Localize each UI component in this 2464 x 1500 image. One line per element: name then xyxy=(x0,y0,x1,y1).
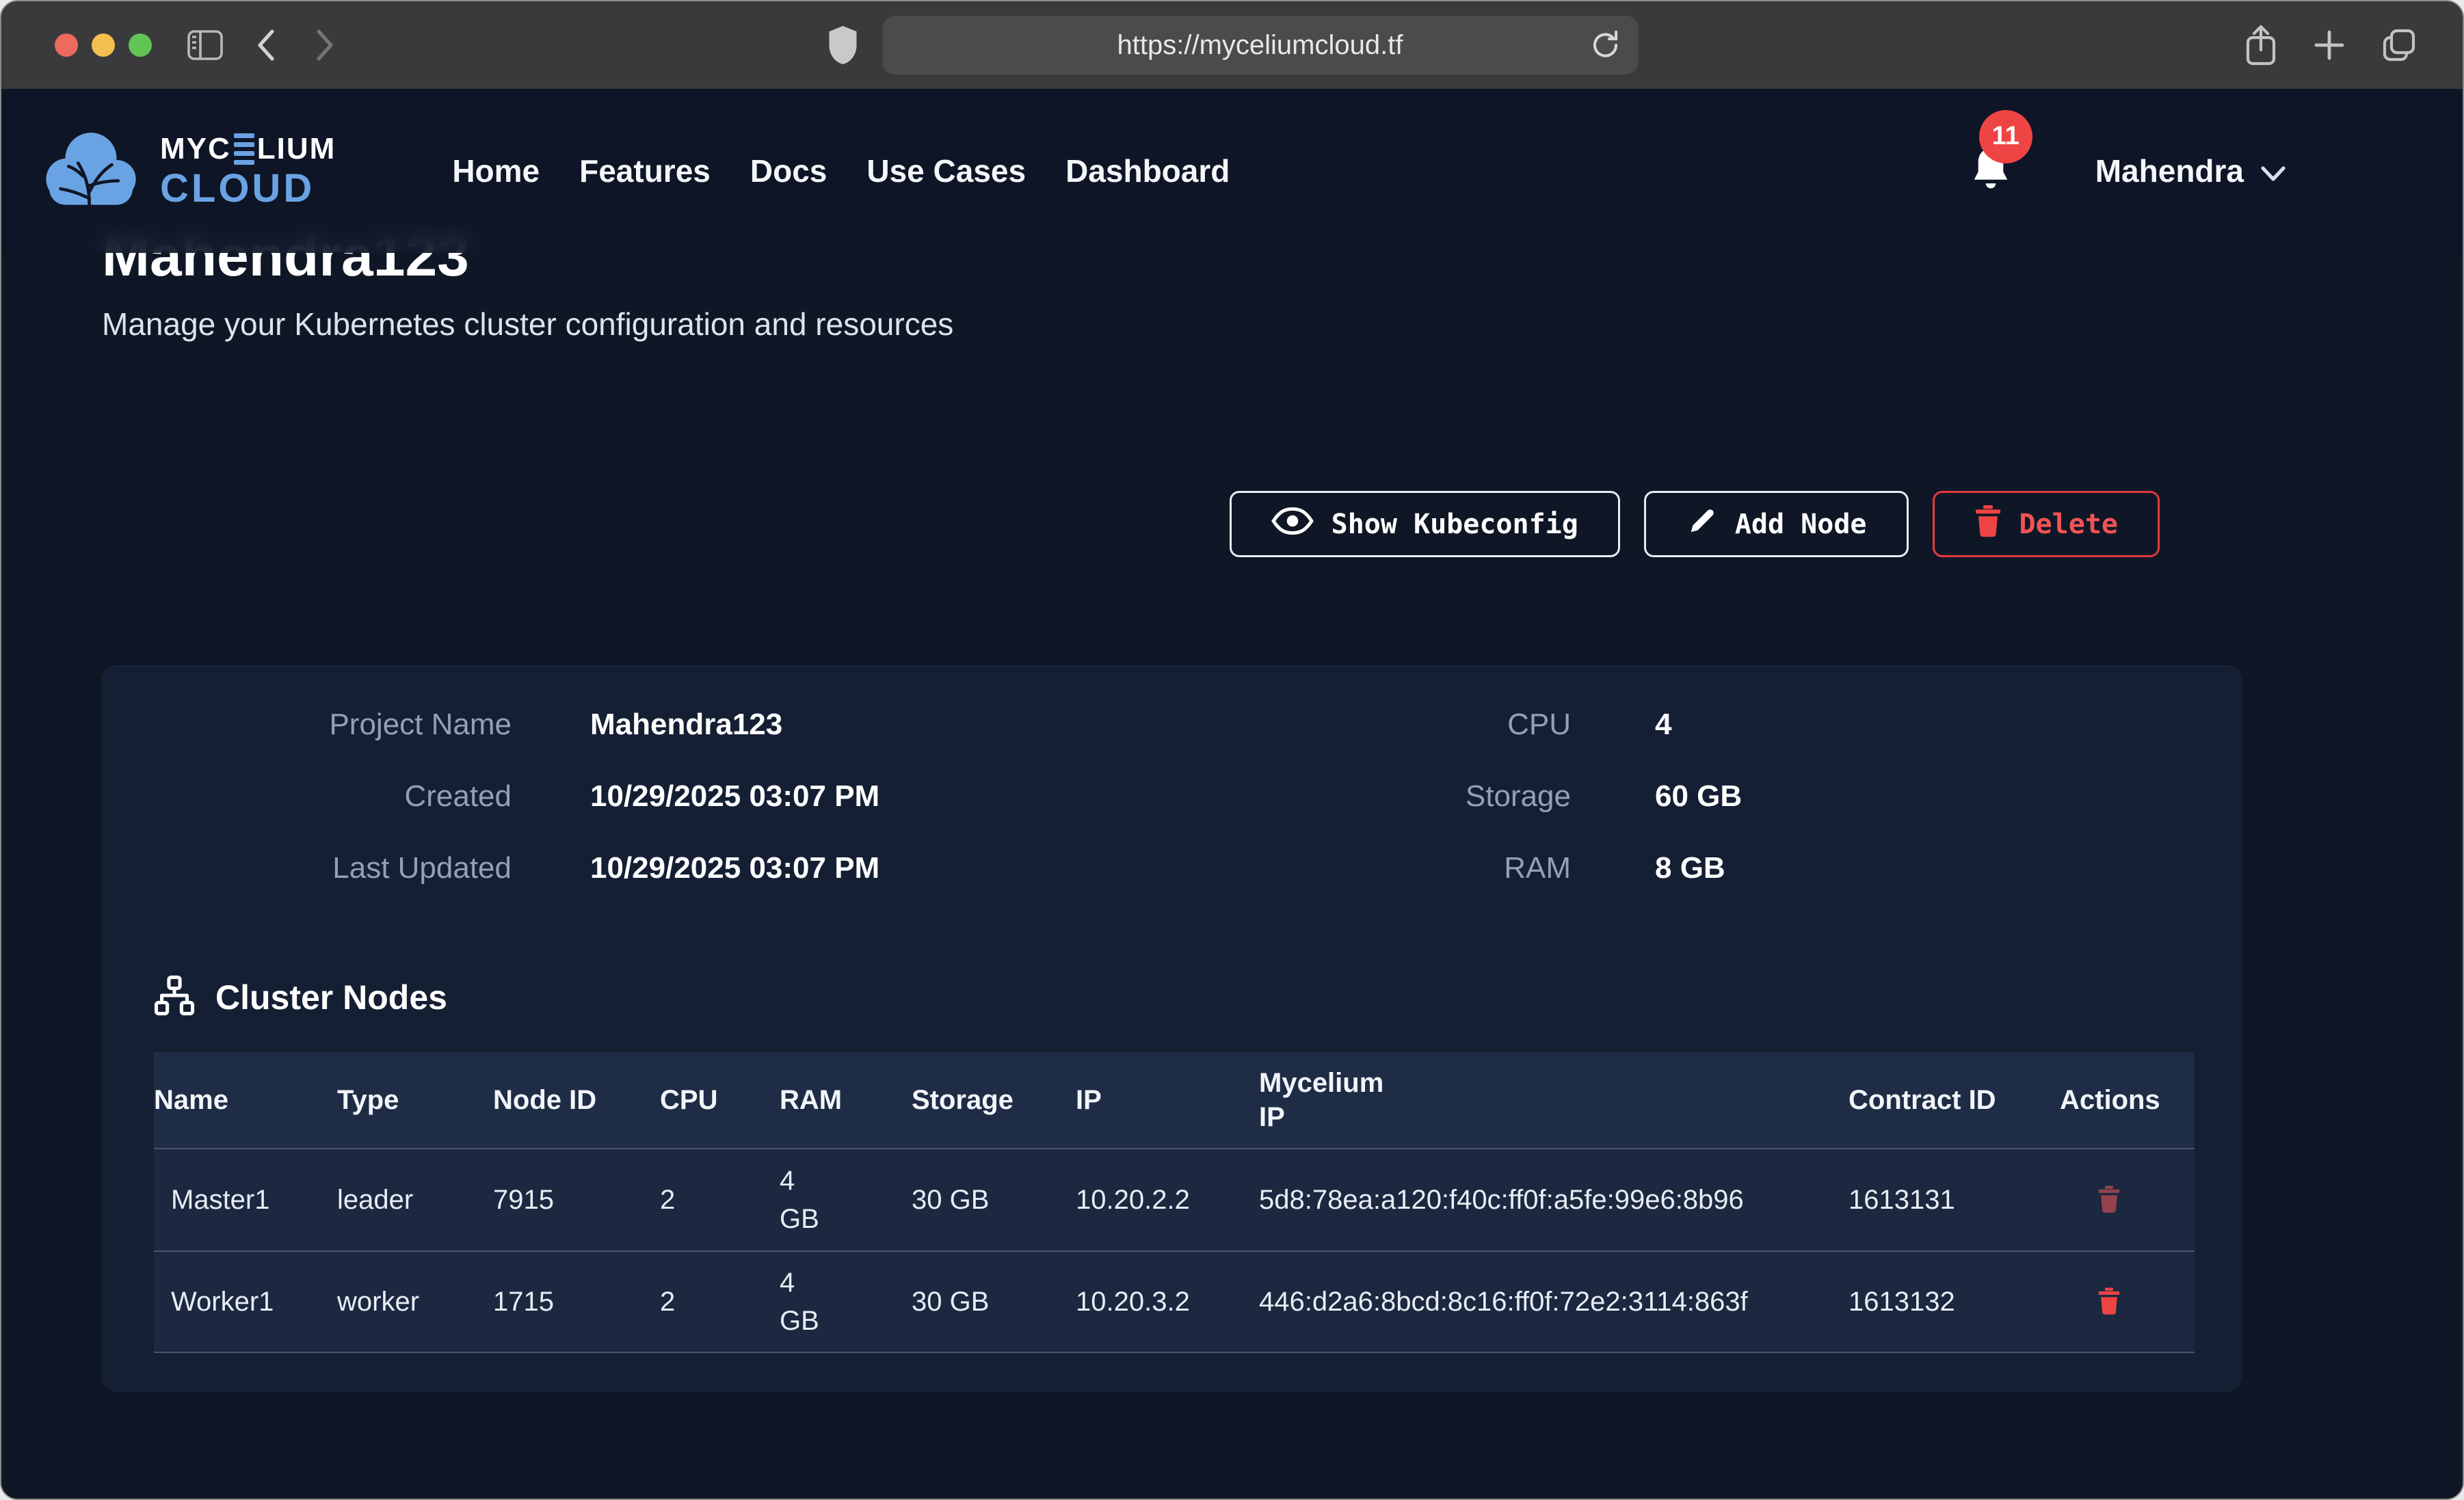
cell-node-id: 1715 xyxy=(493,1283,660,1321)
info-value: 60 GB xyxy=(1571,777,2241,816)
info-label: Storage xyxy=(1229,777,1571,816)
sidebar-toggle-icon[interactable] xyxy=(187,30,223,60)
cell-name: Worker1 xyxy=(154,1283,337,1321)
trash-icon xyxy=(1974,505,2002,544)
eye-icon xyxy=(1271,507,1314,542)
add-node-button[interactable]: Add Node xyxy=(1644,491,1909,557)
column-header: IP xyxy=(1076,1083,1259,1117)
table-header-row: NameTypeNode IDCPURAMStorageIPMycelium I… xyxy=(154,1052,2195,1148)
info-value: Mahendra123 xyxy=(512,706,1229,744)
table-row: Master1 leader 7915 2 4 GB 30 GB 10.20.2… xyxy=(154,1148,2195,1250)
table-body: Master1 leader 7915 2 4 GB 30 GB 10.20.2… xyxy=(154,1148,2195,1353)
nav-item[interactable]: Home xyxy=(452,152,540,189)
browser-chrome: https://myceliumcloud.tf xyxy=(1,1,2463,89)
back-button-icon[interactable] xyxy=(253,26,280,64)
tab-overview-icon[interactable] xyxy=(2381,27,2417,64)
new-tab-icon[interactable] xyxy=(2312,28,2346,62)
info-label: Project Name xyxy=(103,706,512,744)
project-info: Project Name Mahendra123 CPU 4 Created 1… xyxy=(103,706,2241,887)
info-value: 10/29/2025 03:07 PM xyxy=(512,777,1229,816)
show-kubeconfig-button[interactable]: Show Kubeconfig xyxy=(1230,491,1620,557)
cell-ip: 10.20.2.2 xyxy=(1076,1181,1259,1219)
cluster-actions: Show Kubeconfig Add Node xyxy=(102,491,2239,557)
nav-item[interactable]: Use Cases xyxy=(866,152,1026,189)
cell-mycelium-ip: 5d8:78ea:a120:f40c:ff0f:a5fe:99e6:8b96 xyxy=(1259,1181,1849,1219)
nav-item[interactable]: Dashboard xyxy=(1065,152,1230,189)
nav-item[interactable]: Features xyxy=(579,152,711,189)
site-header: MYC LIUM CLOUD Home Features Docs Use Cases… xyxy=(1,89,2463,253)
cell-type: worker xyxy=(337,1283,493,1321)
cell-storage: 30 GB xyxy=(912,1181,1076,1219)
cell-node-id: 7915 xyxy=(493,1181,660,1219)
info-label: RAM xyxy=(1229,849,1571,887)
column-header: Type xyxy=(337,1083,493,1117)
table-row: Worker1 worker 1715 2 4 GB 30 GB 10.20.3… xyxy=(154,1250,2195,1353)
cluster-nodes-heading: Cluster Nodes xyxy=(103,975,2241,1019)
cell-contract-id: 1613131 xyxy=(1849,1181,2060,1219)
user-menu[interactable]: Mahendra xyxy=(2095,152,2286,189)
notifications-button[interactable]: 11 xyxy=(1968,146,2013,197)
cluster-details-card: Project Name Mahendra123 CPU 4 Created 1… xyxy=(102,665,2242,1391)
column-header: Storage xyxy=(912,1083,1076,1117)
cell-name: Master1 xyxy=(154,1181,337,1219)
page: MYC LIUM CLOUD Home Features Docs Use Cases… xyxy=(1,89,2463,1500)
cell-actions xyxy=(2060,1185,2196,1216)
page-subtitle: Manage your Kubernetes cluster configura… xyxy=(102,305,2239,343)
traffic-lights xyxy=(55,34,152,57)
nav-item[interactable]: Docs xyxy=(750,152,827,189)
zoom-window-button[interactable] xyxy=(129,34,152,57)
info-value: 4 xyxy=(1571,706,2241,744)
mycelium-cloud-logo[interactable]: MYC LIUM CLOUD xyxy=(40,128,336,215)
cell-ram: 4 GB xyxy=(780,1263,912,1340)
logo-wordmark-line2: CLOUD xyxy=(160,169,336,209)
info-label: Created xyxy=(103,777,512,816)
info-value: 8 GB xyxy=(1571,849,2241,887)
minimize-window-button[interactable] xyxy=(92,34,115,57)
user-name: Mahendra xyxy=(2095,152,2244,189)
notification-badge: 11 xyxy=(1979,110,2032,163)
cell-storage: 30 GB xyxy=(912,1283,1076,1321)
cell-ram: 4 GB xyxy=(780,1162,912,1238)
cell-ip: 10.20.3.2 xyxy=(1076,1283,1259,1321)
chevron-down-icon xyxy=(2260,152,2286,189)
cell-actions xyxy=(2060,1287,2196,1317)
trash-icon xyxy=(2097,1185,2121,1216)
address-bar[interactable]: https://myceliumcloud.tf xyxy=(882,16,1638,75)
bell-icon xyxy=(1968,185,2013,196)
logo-wordmark-line1: MYC LIUM xyxy=(160,133,336,165)
info-label: CPU xyxy=(1229,706,1571,744)
logo-e-bars xyxy=(234,133,254,165)
column-header: RAM xyxy=(780,1083,912,1117)
column-header: Mycelium IP xyxy=(1259,1066,1849,1134)
delete-node-button[interactable] xyxy=(2097,1185,2121,1216)
privacy-shield-icon[interactable] xyxy=(826,25,859,66)
cell-contract-id: 1613132 xyxy=(1849,1283,2060,1321)
share-icon[interactable] xyxy=(2244,24,2278,66)
cluster-hierarchy-icon xyxy=(154,975,195,1019)
pencil-icon xyxy=(1686,505,1717,544)
column-header: CPU xyxy=(660,1083,780,1117)
cluster-nodes-table: NameTypeNode IDCPURAMStorageIPMycelium I… xyxy=(154,1052,2195,1353)
cell-cpu: 2 xyxy=(660,1181,780,1219)
main-nav: Home Features Docs Use Cases Dashboard xyxy=(452,152,1230,189)
delete-node-button[interactable] xyxy=(2097,1287,2121,1317)
cell-mycelium-ip: 446:d2a6:8bcd:8c16:ff0f:72e2:3114:863f xyxy=(1259,1283,1849,1321)
delete-cluster-button[interactable]: Delete xyxy=(1933,491,2160,557)
close-window-button[interactable] xyxy=(55,34,78,57)
info-value: 10/29/2025 03:07 PM xyxy=(512,849,1229,887)
column-header: Node ID xyxy=(493,1083,660,1117)
refresh-icon[interactable] xyxy=(1590,29,1620,62)
column-header: Actions xyxy=(2060,1083,2196,1117)
trash-icon xyxy=(2097,1287,2121,1317)
column-header: Name xyxy=(154,1083,337,1117)
forward-button-icon[interactable] xyxy=(310,26,338,64)
url-text: https://myceliumcloud.tf xyxy=(1117,30,1403,61)
browser-window: https://myceliumcloud.tf xyxy=(0,0,2464,1500)
cloud-logo-icon xyxy=(40,128,142,215)
cell-cpu: 2 xyxy=(660,1283,780,1321)
info-label: Last Updated xyxy=(103,849,512,887)
column-header: Contract ID xyxy=(1849,1083,2060,1117)
cell-type: leader xyxy=(337,1181,493,1219)
